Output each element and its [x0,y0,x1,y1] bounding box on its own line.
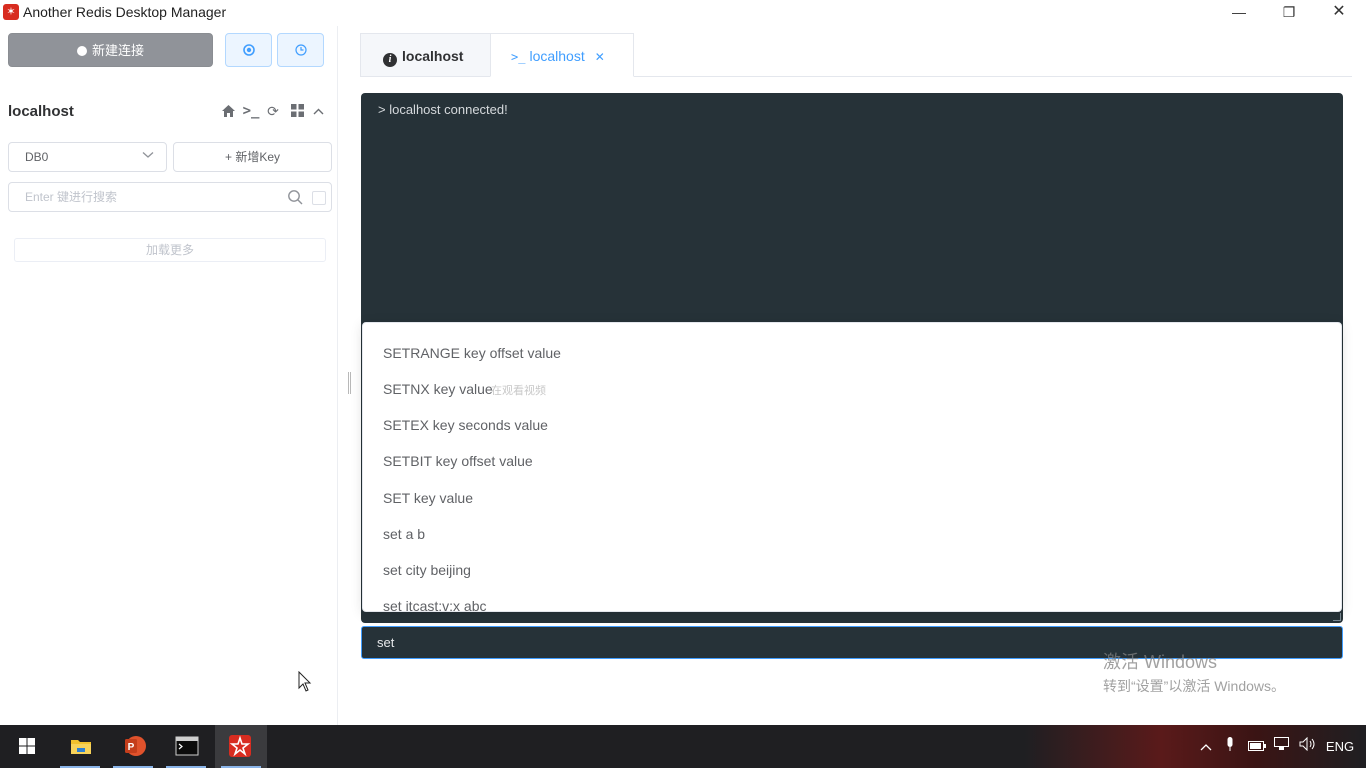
microphone-icon[interactable] [1222,725,1238,768]
exact-search-checkbox[interactable] [312,191,326,205]
suggestion-item[interactable]: set city beijing [383,560,471,580]
tab-bar: i localhost >_ localhost ✕ [360,33,1352,77]
autocomplete-dropdown: SETRANGE key offset value SETNX key valu… [362,322,1342,612]
load-more-button[interactable]: 加载更多 [14,238,326,262]
suggestion-item[interactable]: SETRANGE key offset value [383,343,561,363]
windows-activation-watermark: 激活 Windows 转到“设置”以激活 Windows。 [1103,648,1285,696]
suggestion-item[interactable]: SETEX key seconds value [383,415,548,435]
clock-icon [295,44,307,56]
network-icon[interactable] [1272,725,1294,768]
key-search [8,182,332,212]
mouse-cursor-icon [298,671,312,692]
refresh-icon[interactable]: ⟳ [265,102,281,120]
chevron-down-icon [142,143,154,171]
minimize-button[interactable]: — [1216,0,1262,26]
powerpoint-icon: P [125,736,146,756]
redis-desktop-icon [229,735,251,757]
terminal-icon[interactable]: >_ [241,102,261,120]
db-select-value: DB0 [25,150,49,164]
start-icon [19,738,35,754]
search-input[interactable] [9,183,279,211]
volume-icon[interactable] [1297,725,1319,768]
plus-circle-icon [76,46,87,56]
resize-splitter[interactable] [348,372,351,394]
taskbar: P ENG [0,725,1366,768]
terminal-icon: >_ [511,50,526,64]
add-key-button[interactable]: + 新增Key [173,142,332,172]
suggestion-item[interactable]: SET key value [383,488,473,508]
taskbar-redis-desktop-manager[interactable] [215,725,267,768]
grid-icon[interactable] [289,102,305,120]
db-select[interactable]: DB0 [8,142,167,172]
tab-label: localhost [529,48,585,64]
file-explorer-icon [71,740,91,754]
terminal-icon [175,736,199,756]
gear-icon [243,44,255,56]
connection-name[interactable]: localhost [8,103,74,120]
close-window-button[interactable]: ✕ [1316,0,1362,26]
suggestion-item[interactable]: SETNX key value [383,379,493,399]
taskbar-powerpoint[interactable]: P [109,725,157,768]
console-output-line: > localhost connected! [378,102,508,117]
window-title: Another Redis Desktop Manager [23,4,227,20]
tab-localhost-info[interactable]: i localhost [360,33,491,77]
resize-grip-icon[interactable] [1333,613,1341,621]
sidebar: 新建连接 localhost >_ ⟳ DB0 + 新增Key 加载更多 [0,26,338,725]
start-button[interactable] [2,725,50,768]
redis-desktop-icon: ✶ [3,4,19,20]
watermark-title: 激活 Windows [1103,652,1218,672]
suggestion-item[interactable]: set a b [383,524,425,544]
close-tab-icon[interactable]: ✕ [595,50,605,64]
language-indicator[interactable]: ENG [1322,725,1358,768]
chevron-up-icon[interactable] [310,102,326,120]
svg-text:P: P [128,742,135,753]
history-button[interactable] [277,33,324,67]
info-icon: i [383,53,397,67]
chevron-up-icon[interactable] [1196,725,1216,768]
tab-localhost-cli[interactable]: >_ localhost ✕ [490,33,634,77]
new-connection-button[interactable]: 新建连接 [8,33,213,67]
suggestion-item[interactable]: set itcast:v:x abc [383,596,486,611]
taskbar-file-explorer[interactable] [56,725,104,768]
watermark-subtitle: 转到“设置”以激活 Windows。 [1103,678,1286,694]
battery-icon[interactable] [1246,725,1268,768]
title-bar: ✶ Another Redis Desktop Manager — ❐ ✕ [0,0,1366,26]
restore-button[interactable]: ❐ [1266,0,1312,26]
ghost-overlay-text: 在观看视频 [491,385,546,397]
settings-button[interactable] [225,33,272,67]
tab-label: localhost [402,48,464,64]
search-icon[interactable] [287,189,303,205]
new-connection-label: 新建连接 [91,43,144,58]
taskbar-terminal[interactable] [162,725,210,768]
suggestion-item[interactable]: SETBIT key offset value [383,451,533,471]
home-icon[interactable] [220,102,236,120]
